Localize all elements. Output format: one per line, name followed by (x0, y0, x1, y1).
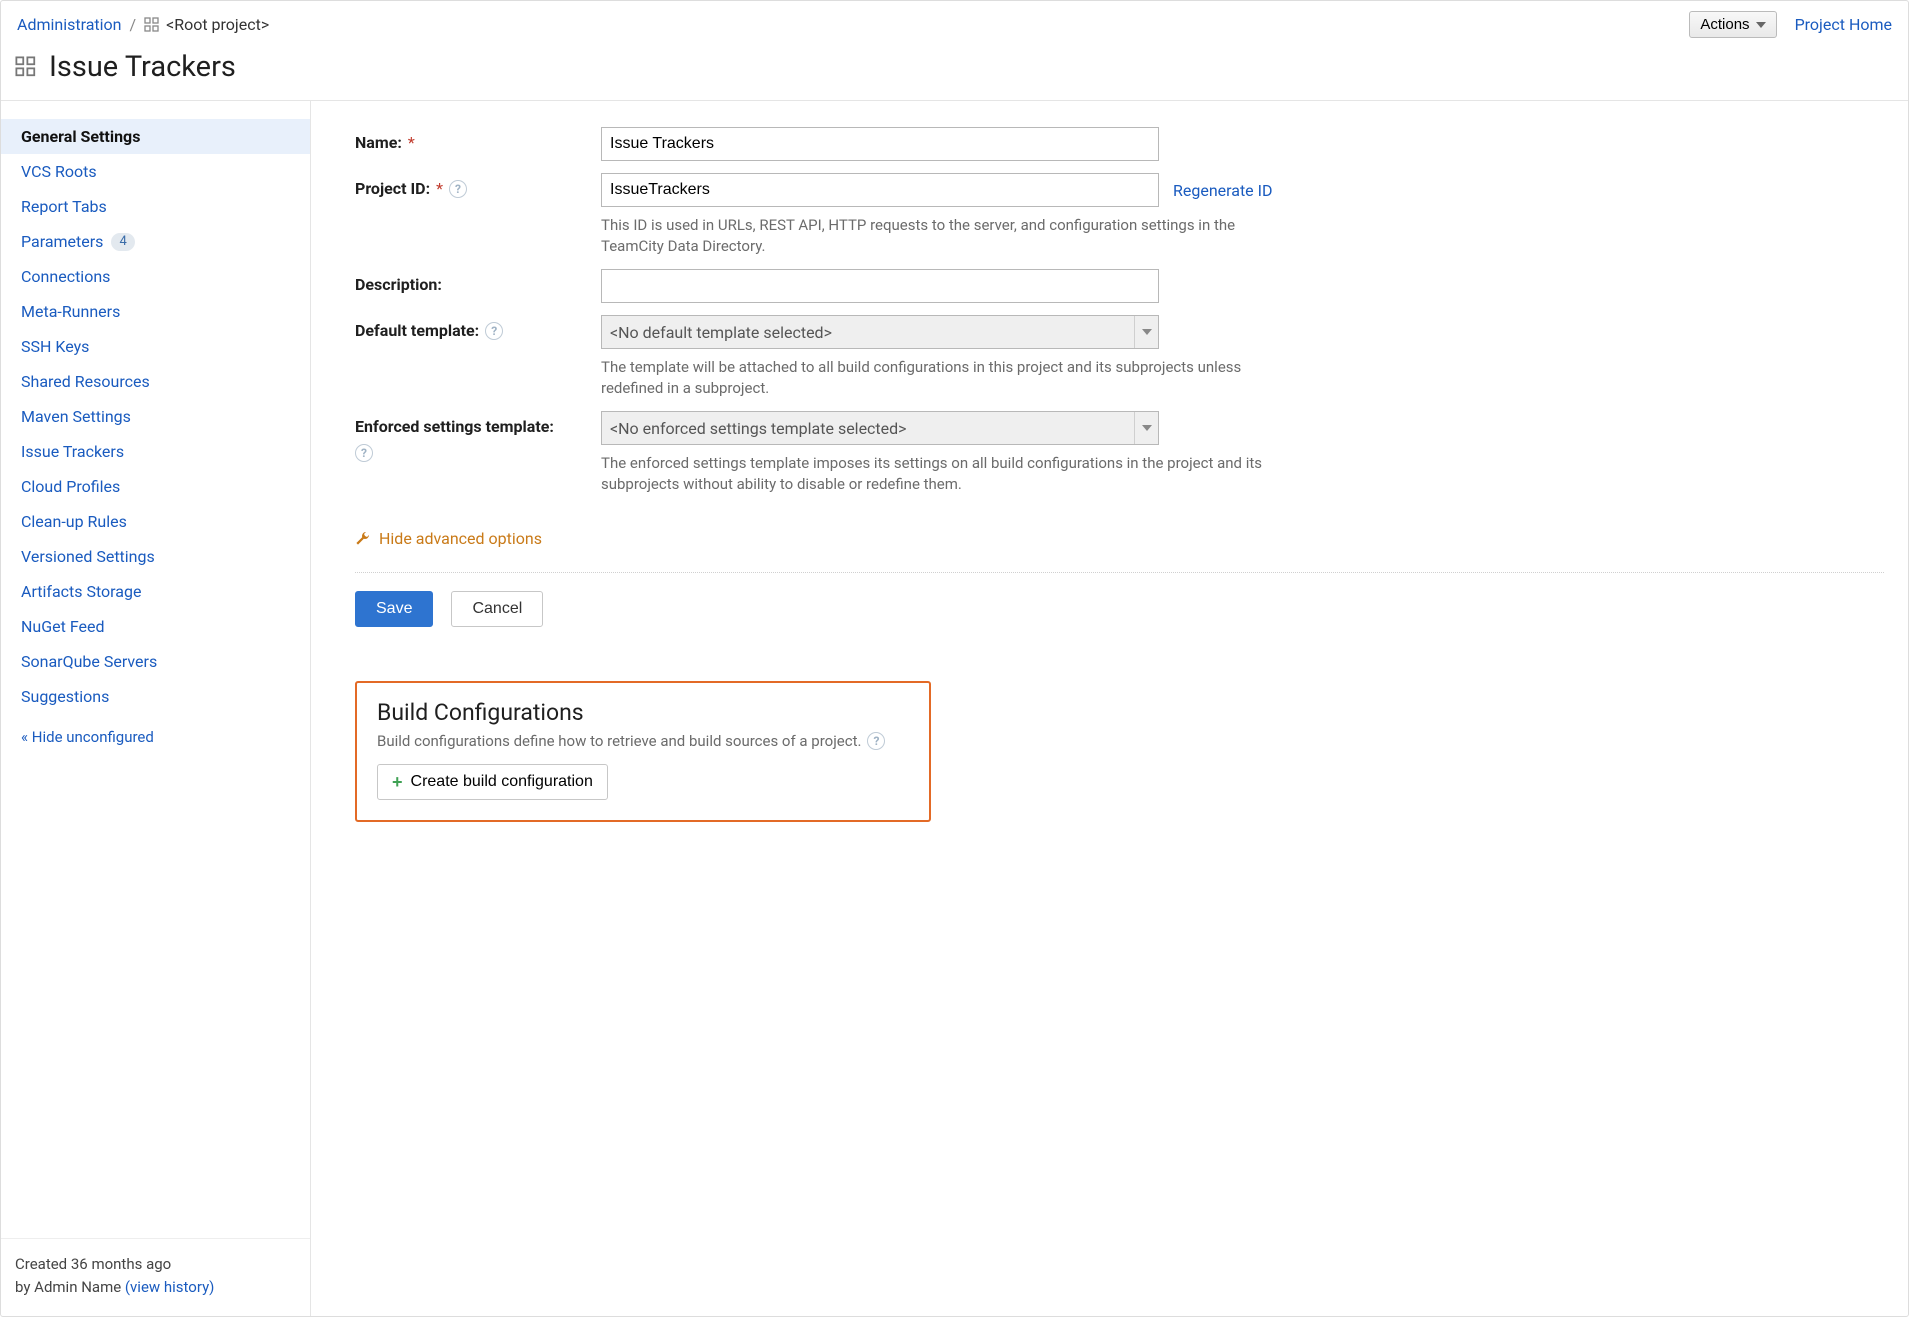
cancel-button[interactable]: Cancel (451, 591, 543, 627)
build-configurations-card: Build Configurations Build configuration… (355, 681, 931, 822)
page-title: Issue Trackers (49, 50, 236, 84)
sidebar-item-label: Shared Resources (21, 372, 150, 391)
caret-down-icon (1756, 22, 1766, 28)
wrench-icon (355, 531, 371, 547)
sidebar-item-label: Clean-up Rules (21, 512, 127, 531)
plus-icon: + (392, 773, 403, 791)
enforced-template-hint: The enforced settings template imposes i… (601, 453, 1281, 495)
sidebar-item-label: Meta-Runners (21, 302, 120, 321)
sidebar-item-ssh-keys[interactable]: SSH Keys (1, 329, 310, 364)
actions-label: Actions (1700, 16, 1749, 33)
badge: 4 (111, 233, 134, 251)
author-line: by Admin Name (15, 1278, 125, 1296)
sidebar-item-general-settings[interactable]: General Settings (1, 119, 310, 154)
sidebar-item-cloud-profiles[interactable]: Cloud Profiles (1, 469, 310, 504)
save-button[interactable]: Save (355, 591, 433, 627)
sidebar-item-parameters[interactable]: Parameters 4 (1, 224, 310, 259)
breadcrumb-separator: / (130, 15, 137, 34)
sidebar-item-sonarqube-servers[interactable]: SonarQube Servers (1, 644, 310, 679)
sidebar-item-report-tabs[interactable]: Report Tabs (1, 189, 310, 224)
help-icon[interactable]: ? (867, 732, 885, 750)
sidebar-item-label: Versioned Settings (21, 547, 155, 566)
breadcrumb-root-project[interactable]: <Root project> (144, 15, 269, 34)
sidebar-item-nuget-feed[interactable]: NuGet Feed (1, 609, 310, 644)
sidebar-item-label: Maven Settings (21, 407, 131, 426)
description-input[interactable] (601, 269, 1159, 303)
sidebar-footer: Created 36 months ago by Admin Name (vie… (1, 1238, 310, 1316)
sidebar-item-label: SSH Keys (21, 337, 89, 356)
create-build-label: Create build configuration (411, 773, 593, 791)
sidebar-item-label: Connections (21, 267, 110, 286)
help-icon[interactable]: ? (485, 322, 503, 340)
name-label: Name:* (355, 127, 601, 152)
breadcrumb: Administration / <Root project> (17, 15, 269, 34)
sidebar-item-suggestions[interactable]: Suggestions (1, 679, 310, 714)
sidebar-item-label: Cloud Profiles (21, 477, 120, 496)
build-configurations-desc: Build configurations define how to retri… (377, 732, 861, 750)
project-home-link[interactable]: Project Home (1795, 15, 1892, 34)
hide-advanced-label: Hide advanced options (379, 529, 542, 548)
sidebar-item-label: VCS Roots (21, 162, 97, 181)
help-icon[interactable]: ? (355, 444, 373, 462)
sidebar-item-vcs-roots[interactable]: VCS Roots (1, 154, 310, 189)
default-template-hint: The template will be attached to all bui… (601, 357, 1281, 399)
sidebar-item-shared-resources[interactable]: Shared Resources (1, 364, 310, 399)
created-line: Created 36 months ago (15, 1253, 296, 1276)
enforced-template-value: <No enforced settings template selected> (610, 419, 907, 438)
grid-icon (15, 56, 37, 78)
create-build-configuration-button[interactable]: + Create build configuration (377, 764, 608, 800)
sidebar-item-label: General Settings (21, 127, 140, 146)
default-template-select[interactable]: <No default template selected> (601, 315, 1159, 349)
name-input[interactable] (601, 127, 1159, 161)
sidebar-item-label: Parameters (21, 232, 103, 251)
sidebar-item-label: Artifacts Storage (21, 582, 141, 601)
sidebar-item-artifacts-storage[interactable]: Artifacts Storage (1, 574, 310, 609)
sidebar-item-connections[interactable]: Connections (1, 259, 310, 294)
default-template-value: <No default template selected> (610, 323, 832, 342)
default-template-label: Default template: ? (355, 315, 601, 340)
enforced-template-label: Enforced settings template: ? (355, 411, 601, 462)
caret-down-icon (1142, 425, 1152, 431)
project-id-label: Project ID:* ? (355, 173, 601, 198)
sidebar-item-clean-up-rules[interactable]: Clean-up Rules (1, 504, 310, 539)
sidebar-item-meta-runners[interactable]: Meta-Runners (1, 294, 310, 329)
enforced-template-select[interactable]: <No enforced settings template selected> (601, 411, 1159, 445)
sidebar-item-label: NuGet Feed (21, 617, 105, 636)
breadcrumb-root-label: <Root project> (166, 15, 269, 34)
sidebar-item-issue-trackers[interactable]: Issue Trackers (1, 434, 310, 469)
hide-advanced-toggle[interactable]: Hide advanced options (355, 529, 542, 548)
build-configurations-title: Build Configurations (377, 699, 909, 726)
project-id-hint: This ID is used in URLs, REST API, HTTP … (601, 215, 1281, 257)
help-icon[interactable]: ? (449, 180, 467, 198)
description-label: Description: (355, 269, 601, 294)
regenerate-id-link[interactable]: Regenerate ID (1173, 181, 1272, 200)
sidebar-item-label: Report Tabs (21, 197, 107, 216)
sidebar-item-label: Issue Trackers (21, 442, 124, 461)
grid-icon (144, 17, 160, 33)
hide-unconfigured-link[interactable]: « Hide unconfigured (1, 714, 310, 760)
view-history-link[interactable]: (view history) (125, 1278, 215, 1296)
sidebar-item-label: SonarQube Servers (21, 652, 157, 671)
actions-dropdown[interactable]: Actions (1689, 11, 1776, 38)
sidebar-item-label: Suggestions (21, 687, 109, 706)
breadcrumb-administration[interactable]: Administration (17, 15, 122, 34)
sidebar-item-versioned-settings[interactable]: Versioned Settings (1, 539, 310, 574)
project-id-input[interactable] (601, 173, 1159, 207)
sidebar-item-maven-settings[interactable]: Maven Settings (1, 399, 310, 434)
caret-down-icon (1142, 329, 1152, 335)
